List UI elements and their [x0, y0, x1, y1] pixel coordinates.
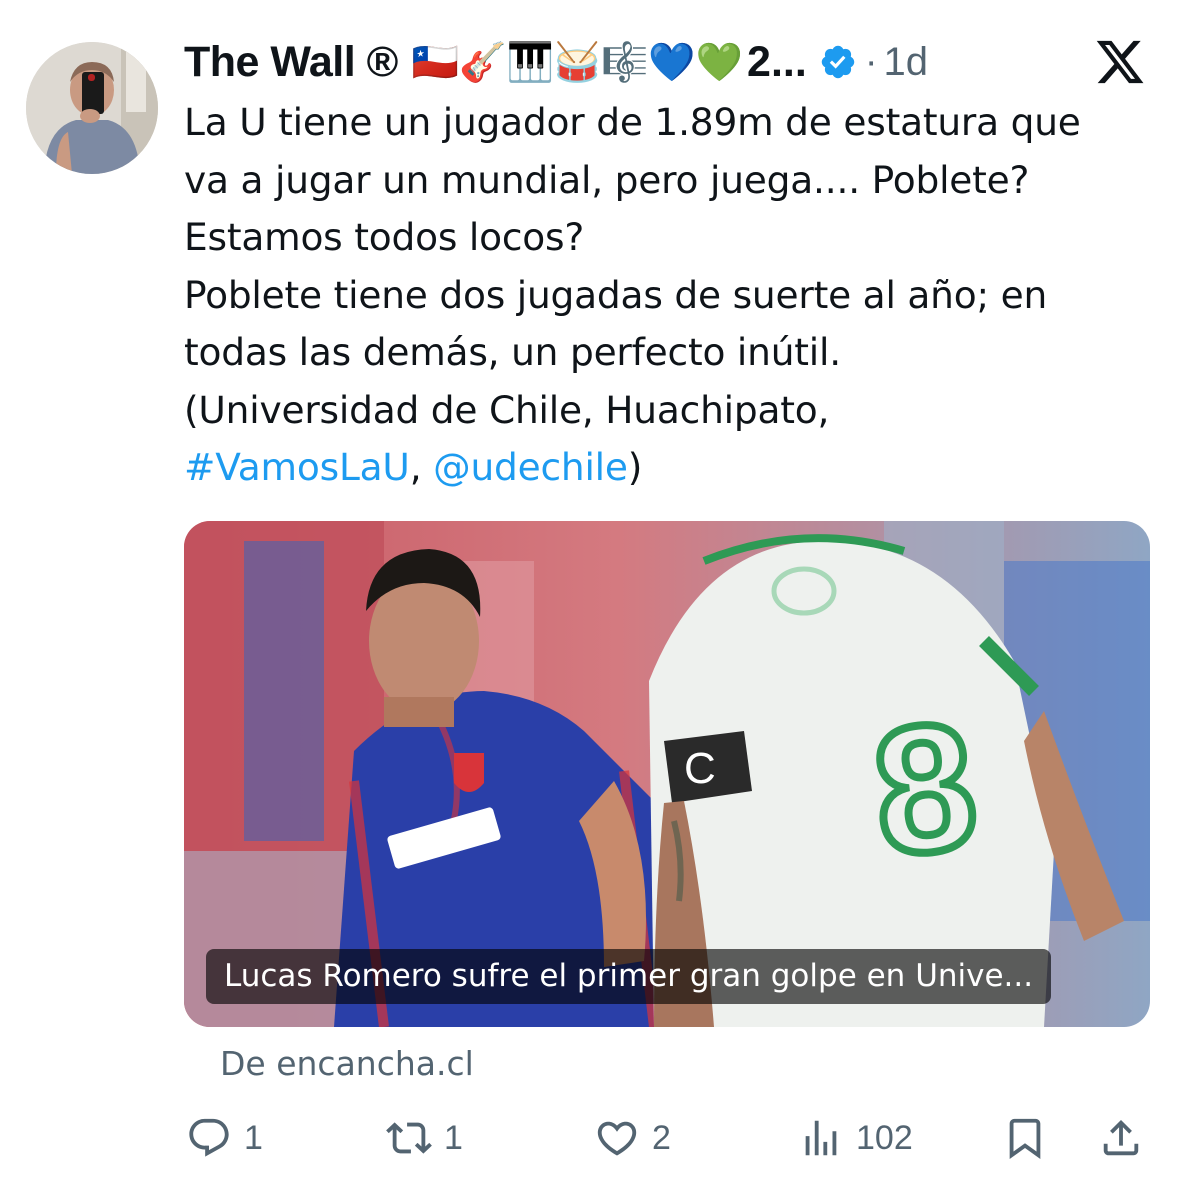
tweet-line: La U tiene un jugador de 1.89m de estatu… [184, 100, 1081, 144]
view-count: 102 [856, 1118, 913, 1157]
tweet-line: Estamos todos locos? [184, 215, 585, 259]
avatar-photo [26, 42, 158, 174]
reply-count: 1 [244, 1118, 263, 1157]
svg-text:8: 8 [865, 684, 986, 894]
card-caption[interactable]: Lucas Romero sufre el primer gran golpe … [206, 949, 1052, 1004]
action-bar: 1 1 2 102 [184, 1110, 1150, 1166]
tweet-body: La U tiene un jugador de 1.89m de estatu… [184, 94, 1159, 497]
author-display-name[interactable]: The Wall ® [184, 38, 398, 87]
name-truncated-suffix: 2... [747, 37, 807, 86]
views-button[interactable]: 102 [798, 1110, 913, 1166]
hashtag-link[interactable]: #VamosLaU [184, 445, 410, 489]
heart-icon [597, 1121, 637, 1156]
tweet-line: va a jugar un mundial, pero juega.... Po… [184, 157, 1030, 202]
header-separator: · [864, 40, 878, 83]
tweet-header: The Wall ® 🇨🇱🎸🎹🥁🎼💙💚 2... · 1d [184, 32, 1164, 92]
tweet-line: (Universidad de Chile, Huachipato, [184, 387, 830, 432]
bookmark-button[interactable] [1002, 1110, 1048, 1166]
views-bar-chart-icon [805, 1120, 837, 1156]
tweet-line: todas las demás, un perfecto inútil. [184, 330, 841, 374]
link-card-media[interactable]: 8 C Lucas Romero sufre el primer gran go… [184, 521, 1150, 1027]
reply-button[interactable]: 1 [186, 1110, 263, 1166]
card-source[interactable]: De encancha.cl [220, 1040, 474, 1088]
bookmark-icon [1009, 1118, 1041, 1159]
reply-icon [189, 1118, 229, 1157]
svg-text:C: C [684, 744, 716, 793]
repost-count: 1 [444, 1118, 463, 1157]
like-button[interactable]: 2 [594, 1110, 671, 1166]
closing-paren: ) [627, 445, 643, 489]
registered-mark: ® [366, 37, 399, 86]
author-name-text: The Wall [184, 37, 356, 86]
name-emoji-sequence: 🇨🇱🎸🎹🥁🎼💙💚 [411, 39, 744, 84]
share-icon [1103, 1119, 1139, 1156]
tweet-line: Poblete tiene dos jugadas de suerte al a… [184, 272, 1048, 317]
tweet-timestamp[interactable]: 1d [883, 40, 928, 85]
repost-icon [386, 1122, 432, 1154]
mention-link[interactable]: @udechile [433, 445, 628, 489]
verified-badge-icon[interactable] [819, 43, 857, 81]
x-logo-icon[interactable] [1094, 36, 1146, 88]
repost-button[interactable]: 1 [386, 1110, 463, 1166]
author-name-emojis[interactable]: 🇨🇱🎸🎹🥁🎼💙💚 2... [412, 38, 807, 87]
share-button[interactable] [1098, 1110, 1144, 1166]
like-count: 2 [652, 1118, 671, 1157]
avatar[interactable] [26, 42, 158, 174]
tag-separator: , [409, 445, 434, 489]
tweet-line-tags: #VamosLaU, @udechile) [184, 439, 1159, 497]
